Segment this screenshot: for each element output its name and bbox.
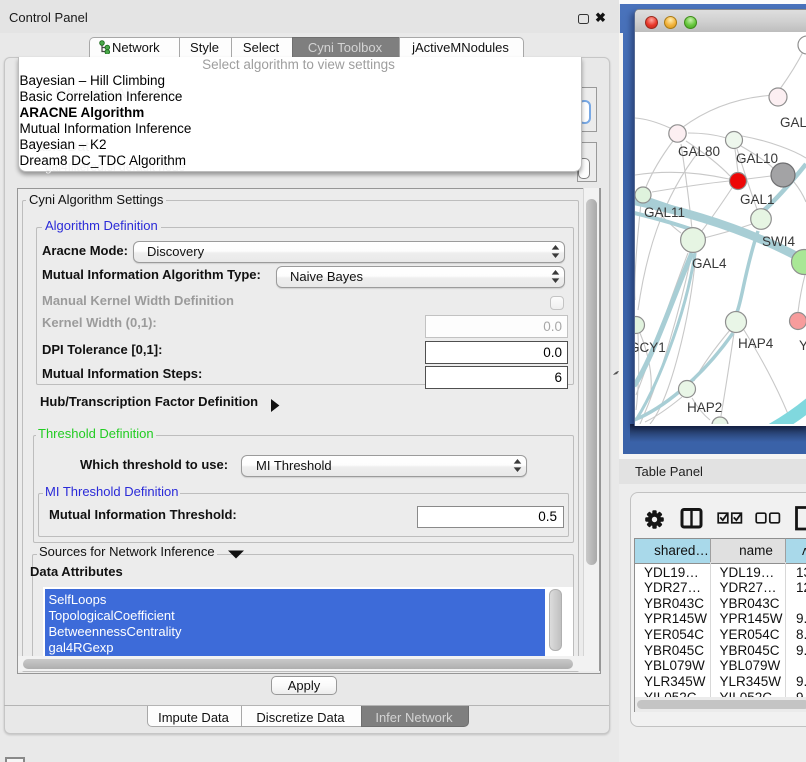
svg-text:GAL1: GAL1 (740, 192, 775, 207)
svg-text:GCY1: GCY1 (635, 340, 666, 355)
svg-text:GAL4: GAL4 (692, 256, 727, 271)
svg-text:Y: Y (799, 338, 806, 353)
svg-text:GAL11: GAL11 (644, 205, 685, 220)
svg-text:HAP2: HAP2 (687, 400, 722, 415)
svg-text:GAL: GAL (780, 115, 806, 130)
svg-text:HAP4: HAP4 (738, 336, 774, 351)
svg-text:SWI4: SWI4 (762, 234, 795, 249)
svg-text:GAL80: GAL80 (678, 144, 720, 159)
svg-text:GAL10: GAL10 (736, 151, 778, 166)
